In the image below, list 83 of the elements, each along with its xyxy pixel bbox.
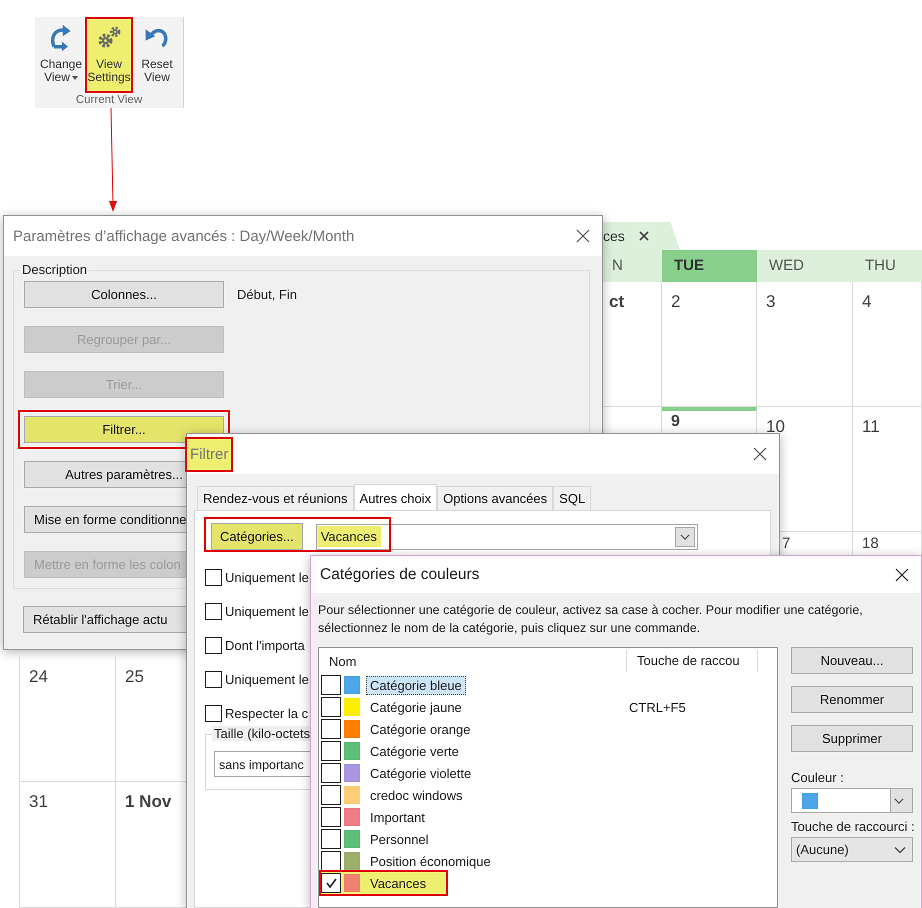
window-title: Filtrer <box>187 438 232 470</box>
day-number: 11 <box>862 417 880 437</box>
day-number: 10 <box>766 417 785 437</box>
checkbox[interactable] <box>205 602 222 620</box>
checkbox-label: Dont l'importa <box>225 638 305 652</box>
day-header: THU <box>853 250 922 282</box>
close-icon[interactable] <box>753 447 767 461</box>
group-label: Description <box>20 262 90 277</box>
checkmark-icon <box>325 877 337 889</box>
dialog-button[interactable]: Renommer <box>791 686 913 713</box>
day-number: 7 <box>782 535 790 552</box>
field-label: Couleur : <box>791 770 845 785</box>
categories-button[interactable]: Catégories... <box>211 523 303 550</box>
day-header: WED <box>757 250 853 282</box>
chevron-down-icon <box>894 846 906 854</box>
checkbox[interactable] <box>205 670 222 688</box>
group-label: Current View <box>76 94 142 106</box>
category-name[interactable]: Catégorie jaune <box>366 698 466 716</box>
day-number: 3 <box>766 292 776 312</box>
close-icon[interactable] <box>638 231 649 241</box>
checkbox[interactable] <box>321 719 341 739</box>
category-name[interactable]: Catégorie orange <box>366 720 474 738</box>
close-icon[interactable] <box>895 568 909 582</box>
category-name[interactable]: Position économique <box>366 852 495 870</box>
day-number: 24 <box>29 667 48 687</box>
field-label: Touche de raccourci : <box>791 819 913 834</box>
checkbox[interactable] <box>205 636 222 654</box>
color-dropdown[interactable] <box>791 788 913 813</box>
categories-field[interactable]: Vacances <box>316 524 698 550</box>
ribbon-button[interactable]: View Settings <box>85 17 133 93</box>
checkbox[interactable] <box>321 873 341 893</box>
day-number: 4 <box>862 292 872 312</box>
day-number: 31 <box>29 792 48 812</box>
chevron-down-icon <box>894 798 904 804</box>
window-title: Paramètres d’affichage avancés : Day/Week/Month <box>13 228 354 244</box>
close-icon[interactable] <box>576 229 590 243</box>
category-name[interactable]: Catégorie bleue <box>366 676 466 694</box>
checkbox-label: Uniquement le <box>225 604 309 618</box>
tab[interactable]: Rendez-vous et réunions <box>197 486 354 510</box>
checkbox[interactable] <box>321 697 341 717</box>
dialog-button[interactable]: Colonnes... <box>24 281 224 308</box>
tab[interactable]: Options avancées <box>437 486 554 510</box>
checkbox[interactable] <box>321 851 341 871</box>
day-header: TUE <box>662 250 757 282</box>
day-number: 25 <box>125 667 144 687</box>
ribbon-button[interactable]: Change View <box>37 17 85 93</box>
chevron-down-icon[interactable] <box>680 534 690 540</box>
checkbox[interactable] <box>205 568 222 586</box>
shortcut-dropdown[interactable]: (Aucune) <box>791 837 913 862</box>
day-number: 2 <box>671 292 680 312</box>
setting-summary: Début, Fin <box>237 287 297 302</box>
group-label: Taille (kilo-octets <box>212 726 312 741</box>
calendar-tab[interactable]: ces <box>600 222 680 250</box>
column-header: Nom <box>328 654 358 668</box>
checkbox-label: Respecter la c <box>225 706 308 720</box>
column-header: Touche de raccou <box>626 650 758 672</box>
checkbox[interactable] <box>321 763 341 783</box>
window-title: Catégories de couleurs <box>320 566 480 584</box>
day-number: 9 <box>671 413 680 430</box>
day-number: 18 <box>862 535 879 552</box>
checkbox[interactable] <box>321 785 341 805</box>
dialog-button[interactable]: Supprimer <box>791 725 913 752</box>
checkbox-label: Uniquement le <box>225 570 309 584</box>
category-name[interactable]: Vacances <box>366 874 430 892</box>
shortcut-text: CTRL+F5 <box>628 700 686 714</box>
tab[interactable]: SQL <box>553 486 592 510</box>
tab[interactable]: Autres choix <box>354 484 438 511</box>
checkbox-label: Uniquement le <box>225 672 309 686</box>
day-header: N <box>600 250 662 282</box>
checkbox[interactable] <box>321 807 341 827</box>
ribbon-button[interactable]: Reset View <box>133 17 181 93</box>
dialog-button[interactable]: Nouveau... <box>791 647 913 674</box>
category-name[interactable]: credoc windows <box>366 786 466 804</box>
category-name[interactable]: Important <box>366 808 429 826</box>
tab-label: ces <box>603 228 625 244</box>
instructions-text: Pour sélectionner une catégorie de couleur, activez sa case à cocher. Pour modifier une catégorie, sélectionnez le nom de la catégorie, puis cliquez sur une commande. <box>317 602 864 637</box>
checkbox[interactable] <box>321 741 341 761</box>
category-name[interactable]: Personnel <box>366 830 433 848</box>
checkbox[interactable] <box>205 704 222 722</box>
checkbox[interactable] <box>321 829 341 849</box>
day-number: 1 Nov <box>125 792 172 812</box>
checkbox[interactable] <box>321 675 341 695</box>
day-number: ct <box>609 292 624 312</box>
